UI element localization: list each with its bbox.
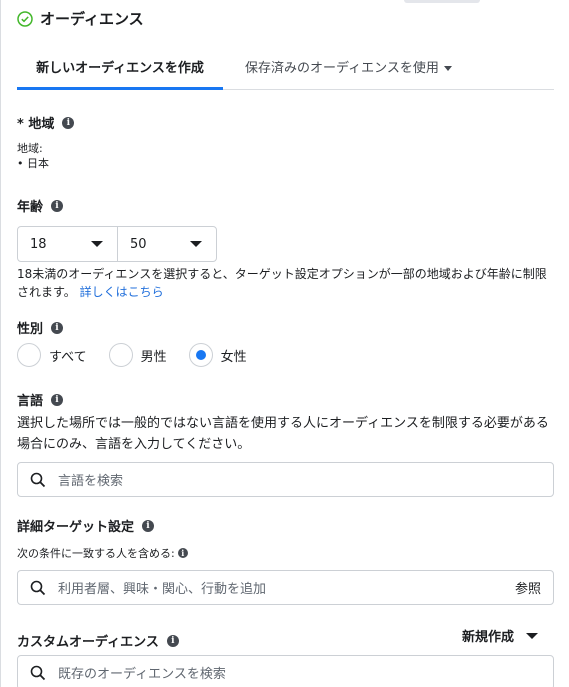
region-sublabel: 地域: <box>17 142 43 155</box>
info-icon[interactable]: i <box>62 116 75 129</box>
info-icon[interactable]: i <box>177 548 188 558</box>
language-search-placeholder: 言語を検索 <box>58 474 124 489</box>
language-section-title: 言語 i <box>17 390 64 409</box>
gender-radio-group: すべて 男性 女性 <box>17 343 269 367</box>
panel-left-border <box>0 0 1 687</box>
age-min-select[interactable]: 18 <box>18 227 117 261</box>
age-range: 18 50 <box>17 226 217 262</box>
region-value: 日本 <box>27 157 49 170</box>
search-icon <box>30 472 46 487</box>
custom-audience-search-input[interactable]: 既存のオーディエンスを検索 <box>17 655 554 687</box>
tab-label: 保存済みのオーディエンスを使用 <box>245 61 439 76</box>
gender-title: 性別 <box>17 322 44 337</box>
info-icon[interactable]: i <box>51 199 64 212</box>
audience-tabs: 新しいオーディエンスを作成 保存済みのオーディエンスを使用 <box>17 52 554 90</box>
gender-label-female: 女性 <box>220 349 247 365</box>
custom-title: カスタムオーディエンス <box>17 635 159 650</box>
detailed-targeting-title: 詳細ターゲット設定 i <box>17 516 155 535</box>
info-icon[interactable]: i <box>166 634 179 647</box>
age-title: 年齢 <box>17 200 44 215</box>
create-new-dropdown[interactable]: 新規作成 <box>462 626 539 645</box>
include-label-text: 次の条件に一致する人を含める: <box>17 547 175 560</box>
dropdown-arrow-icon <box>91 241 103 247</box>
tab-use-saved-audience[interactable]: 保存済みのオーディエンスを使用 <box>245 52 452 90</box>
custom-audience-placeholder: 既存のオーディエンスを検索 <box>58 667 226 682</box>
search-icon <box>30 580 46 595</box>
include-label: 次の条件に一致する人を含める: i <box>17 545 188 561</box>
caret-down-icon <box>443 66 452 71</box>
custom-audience-title: カスタムオーディエンス i <box>17 631 179 650</box>
tab-create-new-audience[interactable]: 新しいオーディエンスを作成 <box>17 52 223 90</box>
gender-radio-all[interactable] <box>17 343 41 367</box>
detailed-targeting-placeholder: 利用者層、興味・関心、行動を追加 <box>58 582 267 597</box>
header-title: オーディエンス <box>40 10 144 28</box>
dropdown-arrow-icon <box>190 241 202 247</box>
audience-header: オーディエンス <box>17 8 144 29</box>
gender-section-title: 性別 i <box>17 318 64 337</box>
browse-button[interactable]: 参照 <box>515 578 541 597</box>
age-section-title: 年齢 i <box>17 196 64 215</box>
gender-label-male: 男性 <box>140 349 167 365</box>
info-icon[interactable]: i <box>51 321 64 334</box>
search-icon <box>30 665 46 680</box>
region-title: * 地域 <box>17 117 55 132</box>
detailed-title: 詳細ターゲット設定 <box>17 520 135 535</box>
create-new-label: 新規作成 <box>462 630 515 645</box>
language-title: 言語 <box>17 394 44 409</box>
detailed-targeting-input[interactable]: 利用者層、興味・関心、行動を追加 参照 <box>17 570 554 605</box>
tab-label: 新しいオーディエンスを作成 <box>36 61 204 76</box>
language-description: 選択した場所では一般的ではない言語を使用する人にオーディエンスを制限する必要があ… <box>17 416 549 452</box>
age-note: 18未満のオーディエンスを選択すると、ターゲット設定オプションが一部の地域および… <box>17 265 557 301</box>
age-max-select[interactable]: 50 <box>117 227 216 261</box>
learn-more-link[interactable]: 詳しくはこちら <box>80 285 164 299</box>
dropdown-arrow-icon <box>526 632 539 639</box>
check-circle-icon <box>17 10 33 27</box>
top-tab-edge <box>404 0 480 3</box>
language-search-input[interactable]: 言語を検索 <box>17 462 554 497</box>
age-min-value: 18 <box>30 236 47 252</box>
age-max-value: 50 <box>130 236 147 252</box>
info-icon[interactable]: i <box>142 519 155 532</box>
gender-label-all: すべて <box>49 349 87 365</box>
gender-radio-female[interactable] <box>188 343 213 367</box>
radio-selected-dot <box>195 350 206 360</box>
gender-radio-male[interactable] <box>108 343 133 367</box>
info-icon[interactable]: i <box>51 393 64 406</box>
region-list-item: • 日本 <box>17 157 49 170</box>
region-section-title: * 地域 i <box>17 113 75 132</box>
